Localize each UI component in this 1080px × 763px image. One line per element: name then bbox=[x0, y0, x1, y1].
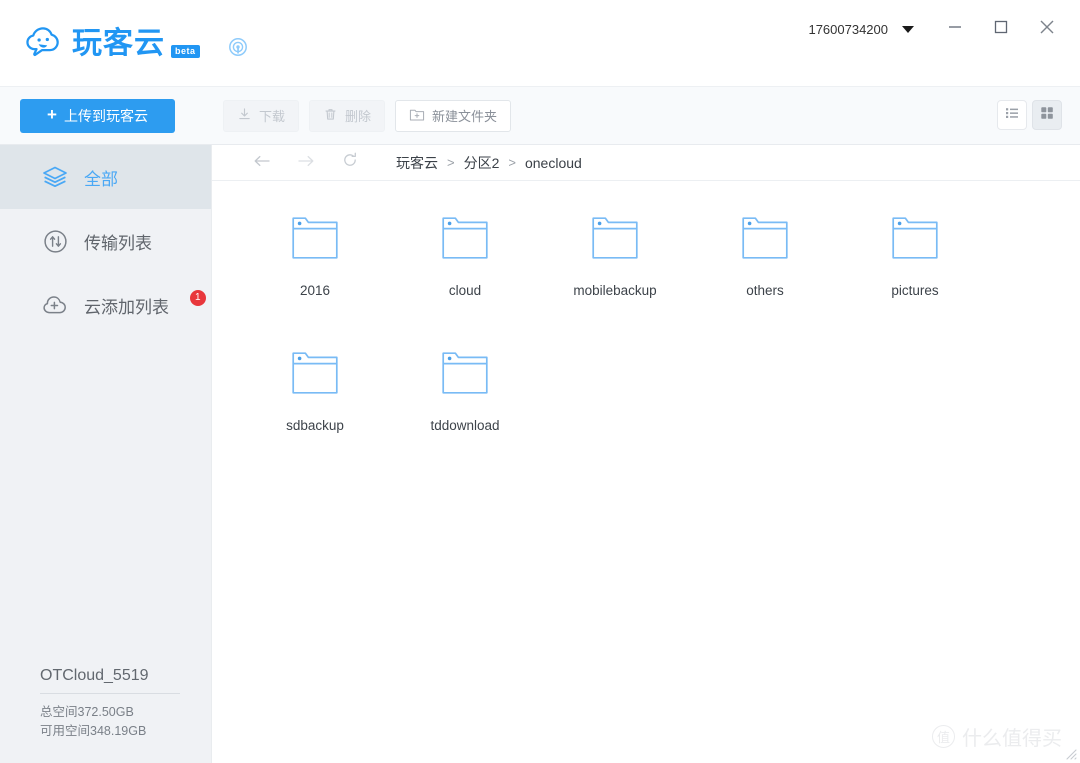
delete-button: 删除 bbox=[309, 99, 386, 132]
file-item[interactable]: 2016 bbox=[240, 209, 390, 344]
cloud-plus-icon bbox=[42, 292, 68, 318]
download-icon bbox=[237, 107, 252, 125]
folder-icon bbox=[591, 215, 639, 261]
sidebar-item-transfer-list[interactable]: 传输列表 bbox=[0, 209, 211, 273]
view-toggle bbox=[997, 100, 1062, 130]
breadcrumb-item-1[interactable]: 分区2 bbox=[464, 153, 500, 173]
folder-plus-icon bbox=[409, 107, 425, 125]
breadcrumb-item-0[interactable]: 玩客云 bbox=[396, 153, 438, 173]
file-name: tddownload bbox=[430, 418, 500, 433]
account-id: 17600734200 bbox=[808, 21, 888, 37]
refresh-icon bbox=[342, 152, 358, 173]
breadcrumb-item-2[interactable]: onecloud bbox=[525, 155, 582, 171]
maximize-icon bbox=[993, 19, 1009, 40]
list-view-button[interactable] bbox=[997, 100, 1027, 130]
brand: 玩客云 beta bbox=[24, 24, 248, 62]
title-bar: 玩客云 beta 17600734200 bbox=[0, 0, 1080, 86]
breadcrumb-bar: 玩客云 > 分区2 > onecloud bbox=[212, 145, 1080, 181]
delete-button-label: 删除 bbox=[345, 109, 372, 124]
total-space: 总空间372.50GB bbox=[40, 705, 134, 719]
free-space: 可用空间348.19GB bbox=[40, 724, 147, 738]
close-icon bbox=[1038, 18, 1056, 41]
file-name: pictures bbox=[891, 283, 939, 298]
resize-grip[interactable] bbox=[1064, 747, 1077, 760]
beta-badge: beta bbox=[171, 44, 200, 58]
download-button: 下载 bbox=[223, 99, 300, 132]
folder-icon bbox=[291, 350, 339, 396]
file-grid: 2016 cloud mobilebackup others pictures sdbac… bbox=[212, 181, 1080, 763]
folder-icon bbox=[741, 215, 789, 261]
grid-view-button[interactable] bbox=[1032, 100, 1062, 130]
storage-info: OTCloud_5519 总空间372.50GB 可用空间348.19GB bbox=[0, 667, 211, 763]
file-name: 2016 bbox=[299, 283, 331, 298]
device-name: OTCloud_5519 bbox=[40, 667, 180, 694]
arrow-left-icon bbox=[253, 153, 271, 173]
download-button-label: 下载 bbox=[259, 109, 286, 124]
breadcrumb: 玩客云 > 分区2 > onecloud bbox=[396, 153, 582, 173]
breadcrumb-separator: > bbox=[447, 155, 455, 170]
file-name: cloud bbox=[448, 283, 482, 298]
refresh-button[interactable] bbox=[328, 145, 372, 181]
sidebar-item-label: 传输列表 bbox=[84, 233, 152, 253]
forward-button[interactable] bbox=[284, 145, 328, 181]
cloud-mascot-logo-icon bbox=[24, 24, 62, 62]
plus-icon: + bbox=[47, 105, 57, 124]
brand-name: 玩客云 bbox=[72, 27, 165, 60]
file-name: mobilebackup bbox=[573, 283, 657, 298]
file-item[interactable]: mobilebackup bbox=[540, 209, 690, 344]
layers-icon bbox=[42, 164, 68, 190]
transfer-icon bbox=[42, 228, 68, 254]
app-window: 玩客云 beta 17600734200 + 上传到玩客云 下载 删除 新建文件… bbox=[0, 0, 1080, 763]
sidebar-item-label: 全部 bbox=[84, 169, 118, 189]
account-menu[interactable]: 17600734200 bbox=[808, 22, 914, 37]
main-content: 玩客云 > 分区2 > onecloud 2016 cloud mobileback… bbox=[212, 145, 1080, 763]
status-badge: 1 bbox=[190, 290, 206, 306]
close-button[interactable] bbox=[1024, 10, 1070, 48]
maximize-button[interactable] bbox=[978, 10, 1024, 48]
folder-icon bbox=[441, 215, 489, 261]
file-name: others bbox=[746, 283, 784, 298]
sidebar-item-cloud-add-list[interactable]: 云添加列表 1 bbox=[0, 273, 211, 337]
file-item[interactable]: pictures bbox=[840, 209, 990, 344]
folder-icon bbox=[441, 350, 489, 396]
folder-icon bbox=[891, 215, 939, 261]
connection-signal-icon[interactable] bbox=[228, 37, 248, 62]
sidebar-item-all[interactable]: 全部 bbox=[0, 145, 211, 209]
window-controls: 17600734200 bbox=[808, 10, 1070, 48]
new-folder-button[interactable]: 新建文件夹 bbox=[395, 99, 512, 132]
file-item[interactable]: sdbackup bbox=[240, 344, 390, 479]
toolbar: + 上传到玩客云 下载 删除 新建文件夹 bbox=[0, 86, 1080, 145]
file-item[interactable]: others bbox=[690, 209, 840, 344]
back-button[interactable] bbox=[240, 145, 284, 181]
list-view-icon bbox=[1004, 105, 1020, 126]
grid-view-icon bbox=[1039, 105, 1055, 126]
upload-button[interactable]: + 上传到玩客云 bbox=[20, 98, 175, 133]
upload-button-label: 上传到玩客云 bbox=[63, 107, 148, 124]
minimize-icon bbox=[947, 19, 963, 40]
sidebar-nav: 全部 传输列表 云添加列表 1 bbox=[0, 145, 211, 337]
chevron-down-icon bbox=[902, 25, 914, 33]
file-item[interactable]: cloud bbox=[390, 209, 540, 344]
minimize-button[interactable] bbox=[932, 10, 978, 48]
app-body: 全部 传输列表 云添加列表 1 OTCloud_5519 总空间372.50GB… bbox=[0, 145, 1080, 763]
sidebar: 全部 传输列表 云添加列表 1 OTCloud_5519 总空间372.50GB… bbox=[0, 145, 212, 763]
arrow-right-icon bbox=[297, 153, 315, 173]
new-folder-button-label: 新建文件夹 bbox=[432, 109, 498, 124]
file-item[interactable]: tddownload bbox=[390, 344, 540, 479]
folder-icon bbox=[291, 215, 339, 261]
file-name: sdbackup bbox=[286, 418, 344, 433]
breadcrumb-separator: > bbox=[508, 155, 516, 170]
trash-icon bbox=[323, 107, 338, 125]
sidebar-item-label: 云添加列表 bbox=[84, 297, 169, 317]
